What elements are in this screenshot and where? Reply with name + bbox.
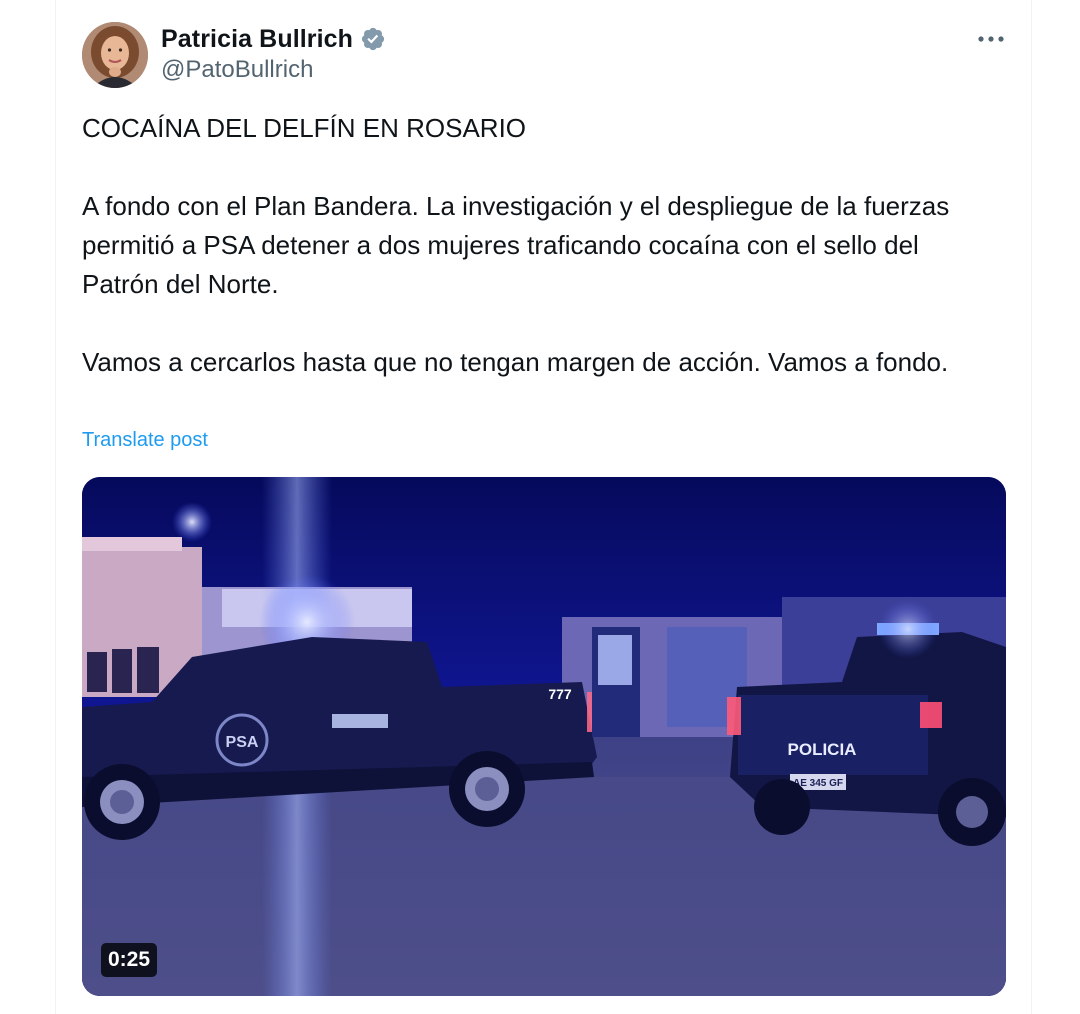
more-options-icon[interactable] <box>972 26 1010 52</box>
vehicle-number-label: 777 <box>548 686 572 702</box>
verified-badge-icon[interactable] <box>360 26 386 52</box>
vehicle-psa-label: PSA <box>226 734 259 751</box>
author-name-row[interactable]: Patricia Bullrich <box>161 22 386 56</box>
author-handle[interactable]: @PatoBullrich <box>161 56 313 84</box>
author-display-name[interactable]: Patricia Bullrich <box>161 25 353 54</box>
video-frame-thumbnail: PSA 777 POLICIA AE 345 GF <box>82 477 1006 996</box>
tweet-text: COCAÍNA DEL DELFÍN EN ROSARIO A fondo co… <box>82 109 997 382</box>
tweet-page: Patricia Bullrich @PatoBullrich COCAÍNA … <box>0 0 1080 1014</box>
vehicle-policia-label: POLICIA <box>788 740 857 759</box>
tweet-paragraph-headline: COCAÍNA DEL DELFÍN EN ROSARIO <box>82 113 527 143</box>
author-avatar[interactable] <box>82 22 148 88</box>
tweet-paragraph-body: A fondo con el Plan Bandera. La investig… <box>82 191 950 299</box>
tweet-paragraph-closing: Vamos a cercarlos hasta que no tengan ma… <box>82 347 949 377</box>
avatar-photo <box>82 22 148 88</box>
video-duration-badge: 0:25 <box>101 943 158 977</box>
video-player[interactable]: PSA 777 POLICIA AE 345 GF <box>82 477 1006 996</box>
translate-post-link[interactable]: Translate post <box>82 429 208 452</box>
